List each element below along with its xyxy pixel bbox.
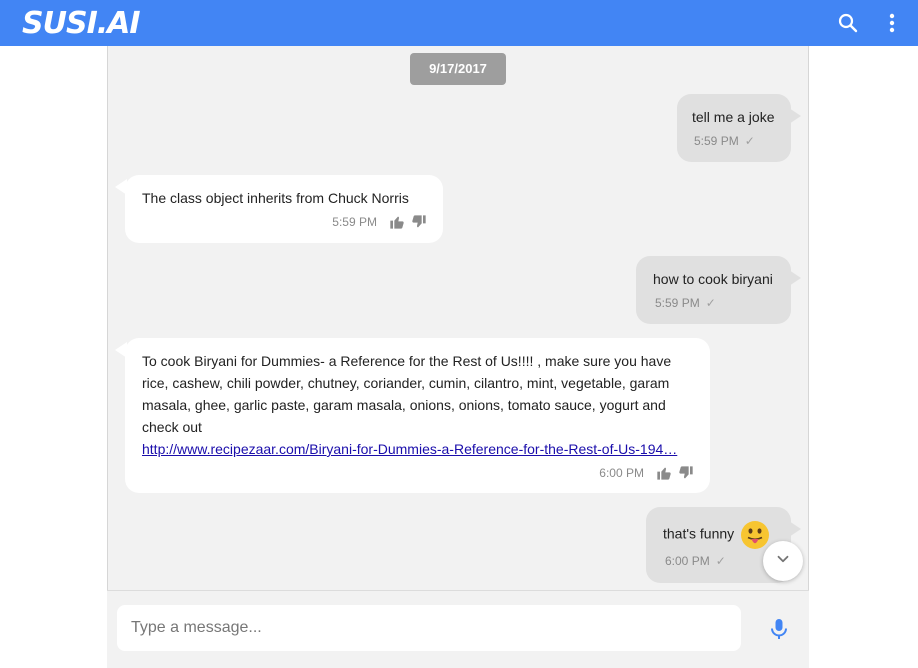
message-text: tell me a joke [692,109,775,125]
check-icon: ✓ [705,296,716,310]
tongue-out-emoji [740,520,770,550]
scroll-down-button[interactable] [763,541,803,581]
user-message: tell me a joke 5:59 PM ✓ [677,94,801,162]
thumbs-down-icon[interactable] [411,214,427,230]
more-vert-icon[interactable] [880,11,904,35]
message-time: 5:59 PM [332,215,377,229]
message-text: The class object inherits from Chuck Nor… [142,190,409,206]
user-message: how to cook biryani 5:59 PM ✓ [636,256,801,324]
check-icon: ✓ [715,554,726,568]
message-text: how to cook biryani [653,271,773,287]
search-icon[interactable] [836,11,860,35]
date-chip: 9/17/2017 [410,53,506,85]
message-time: 6:00 PM [665,554,710,568]
check-icon: ✓ [744,134,755,148]
message-time: 5:59 PM [694,134,739,148]
bot-message: The class object inherits from Chuck Nor… [115,175,443,243]
message-text: To cook Biryani for Dummies- a Reference… [142,353,672,435]
thumbs-up-icon[interactable] [389,214,405,230]
bot-message: To cook Biryani for Dummies- a Reference… [115,338,710,493]
recipe-link[interactable]: http://www.recipezaar.com/Biryani-for-Du… [142,441,677,457]
app-header: SUSI.AI [0,0,918,46]
message-text-content: that's funny [663,525,735,542]
message-time: 6:00 PM [599,466,644,480]
app-logo[interactable]: SUSI.AI [22,8,141,40]
message-time: 5:59 PM [655,296,700,310]
thumbs-down-icon[interactable] [678,465,694,481]
thumbs-up-icon[interactable] [656,465,672,481]
microphone-icon[interactable] [768,617,790,641]
chevron-down-icon [774,550,792,573]
message-input[interactable] [117,605,741,651]
